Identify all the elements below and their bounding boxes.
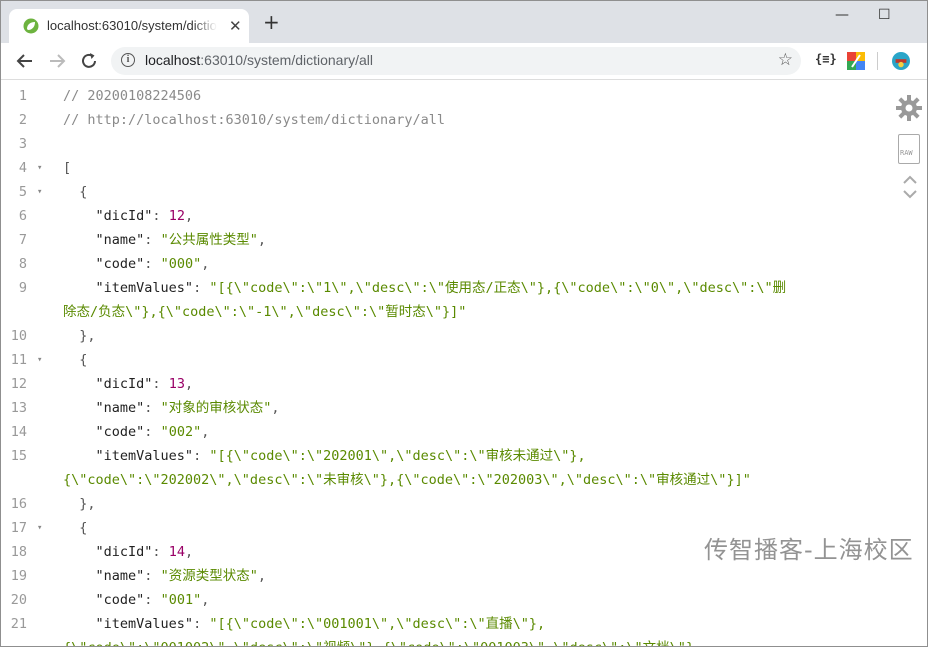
back-arrow-icon[interactable] xyxy=(13,49,37,73)
line-number: 15 xyxy=(10,448,27,464)
tab-close-icon[interactable]: ✕ xyxy=(229,17,242,35)
code-text: // http://localhost:63010/system/diction… xyxy=(63,112,446,128)
raw-view-icon[interactable]: RAW xyxy=(898,134,920,164)
code-line: 20 "code": "001", xyxy=(1,588,927,612)
code-line: 1 // 20200108224506 xyxy=(1,84,927,108)
address-bar[interactable]: i localhost:63010/system/dictionary/all … xyxy=(111,47,801,75)
line-number: 19 xyxy=(10,568,27,584)
line-number: 11 xyxy=(10,352,27,368)
new-tab-button[interactable]: + xyxy=(263,12,280,32)
code-text: "itemValues": "[{\"code\":\"1\",\"desc\"… xyxy=(95,280,787,296)
reload-icon[interactable] xyxy=(77,49,101,73)
fold-toggle-icon[interactable]: ▾ xyxy=(37,348,42,372)
code-line: 除态/负态\"},{\"code\":\"-1\",\"desc\":\"暂时态… xyxy=(1,300,927,324)
code-line: 13 "name": "对象的审核状态", xyxy=(1,396,927,420)
forward-arrow-icon[interactable] xyxy=(45,49,69,73)
code-text: [ xyxy=(63,160,72,176)
code-text: "itemValues": "[{\"code\":\"202001\",\"d… xyxy=(95,448,586,464)
line-number: 6 xyxy=(18,208,27,224)
code-text: "dicId": 12, xyxy=(95,208,194,224)
tab-strip: localhost:63010/system/dictionary/all ✕ … xyxy=(1,1,927,43)
code-line: 19 "name": "资源类型状态", xyxy=(1,564,927,588)
line-number: 10 xyxy=(10,328,27,344)
viewer-side-toolbar: RAW xyxy=(895,94,925,200)
fold-toggle-icon[interactable]: ▾ xyxy=(37,156,42,180)
spring-leaf-icon xyxy=(23,18,39,34)
line-number: 21 xyxy=(10,616,27,632)
line-number: 18 xyxy=(10,544,27,560)
line-number: 1 xyxy=(18,88,27,104)
code-line: 5 ▾ { xyxy=(1,180,927,204)
collapse-up-icon[interactable] xyxy=(901,174,919,186)
line-number: 3 xyxy=(18,136,27,152)
minimize-button[interactable]: — xyxy=(835,7,849,23)
url-text[interactable]: localhost:63010/system/dictionary/all xyxy=(145,52,373,68)
code-text: }, xyxy=(79,328,96,344)
line-number: 13 xyxy=(10,400,27,416)
tab-dictionary[interactable]: localhost:63010/system/dictionary/all ✕ xyxy=(9,9,249,43)
code-line: 7 "name": "公共属性类型", xyxy=(1,228,927,252)
line-number: 20 xyxy=(10,592,27,608)
code-line: 14 "code": "002", xyxy=(1,420,927,444)
code-line: 21 "itemValues": "[{\"code\":\"001001\",… xyxy=(1,612,927,636)
code-line: 15 "itemValues": "[{\"code\":\"202001\",… xyxy=(1,444,927,468)
code-text: "name": "公共属性类型", xyxy=(95,232,266,248)
line-number: 2 xyxy=(18,112,27,128)
tab-title: localhost:63010/system/dictionary/all xyxy=(47,18,217,33)
code-line: 10 }, xyxy=(1,324,927,348)
code-line: 6 "dicId": 12, xyxy=(1,204,927,228)
line-number: 5 xyxy=(18,184,27,200)
code-text: "code": "000", xyxy=(95,256,210,272)
code-text: {\"code\":\"202002\",\"desc\":\"未审核\"},{… xyxy=(63,472,751,488)
code-text: "dicId": 14, xyxy=(95,544,194,560)
line-number: 8 xyxy=(18,256,27,272)
line-number: 16 xyxy=(10,496,27,512)
browser-toolbar: i localhost:63010/system/dictionary/all … xyxy=(1,43,927,80)
code-line: 8 "code": "000", xyxy=(1,252,927,276)
code-text: "code": "001", xyxy=(95,592,210,608)
watermark: 传智播客-上海校区 xyxy=(704,536,914,564)
code-text: { xyxy=(79,184,88,200)
code-line: 16 }, xyxy=(1,492,927,516)
profile-avatar-icon[interactable] xyxy=(891,52,911,70)
json-viewer-extension-icon[interactable]: {≡} xyxy=(815,52,837,70)
fold-toggle-icon[interactable]: ▾ xyxy=(37,516,42,540)
code-line: 4 ▾ [ xyxy=(1,156,927,180)
code-text: "code": "002", xyxy=(95,424,210,440)
code-text: "itemValues": "[{\"code\":\"001001\",\"d… xyxy=(95,616,546,632)
maximize-button[interactable]: ☐ xyxy=(878,7,891,23)
line-number: 9 xyxy=(18,280,27,296)
code-line: 2 // http://localhost:63010/system/dictio… xyxy=(1,108,927,132)
bookmark-star-icon[interactable]: ☆ xyxy=(778,50,793,70)
code-text: // 20200108224506 xyxy=(63,88,202,104)
toolbar-divider xyxy=(877,52,878,70)
code-text: 除态/负态\"},{\"code\":\"-1\",\"desc\":\"暂时态… xyxy=(63,304,467,320)
line-number: 7 xyxy=(18,232,27,248)
settings-gear-icon[interactable] xyxy=(895,94,923,122)
code-line: {\"code\":\"202002\",\"desc\":\"未审核\"},{… xyxy=(1,468,927,492)
code-line: 3 xyxy=(1,132,927,156)
code-text: "dicId": 13, xyxy=(95,376,194,392)
code-text: {\"code\":\"001002\",\"desc\":\"视频\"},{\… xyxy=(63,636,694,646)
code-line: 11 ▾ { xyxy=(1,348,927,372)
code-line: 12 "dicId": 13, xyxy=(1,372,927,396)
code-text: "name": "对象的审核状态", xyxy=(95,400,280,416)
line-number: 12 xyxy=(10,376,27,392)
code-text: "name": "资源类型状态", xyxy=(95,568,266,584)
line-number: 4 xyxy=(18,160,27,176)
code-text: }, xyxy=(79,496,96,512)
colorful-extension-icon[interactable] xyxy=(847,52,865,70)
code-line: 9 "itemValues": "[{\"code\":\"1\",\"desc… xyxy=(1,276,927,300)
fold-toggle-icon[interactable]: ▾ xyxy=(37,180,42,204)
expand-down-icon[interactable] xyxy=(901,188,919,200)
code-text: { xyxy=(79,520,88,536)
code-text: { xyxy=(79,352,88,368)
line-number: 17 xyxy=(10,520,27,536)
code-line: {\"code\":\"001002\",\"desc\":\"视频\"},{\… xyxy=(1,636,927,646)
line-number: 14 xyxy=(10,424,27,440)
info-icon[interactable]: i xyxy=(121,53,135,67)
